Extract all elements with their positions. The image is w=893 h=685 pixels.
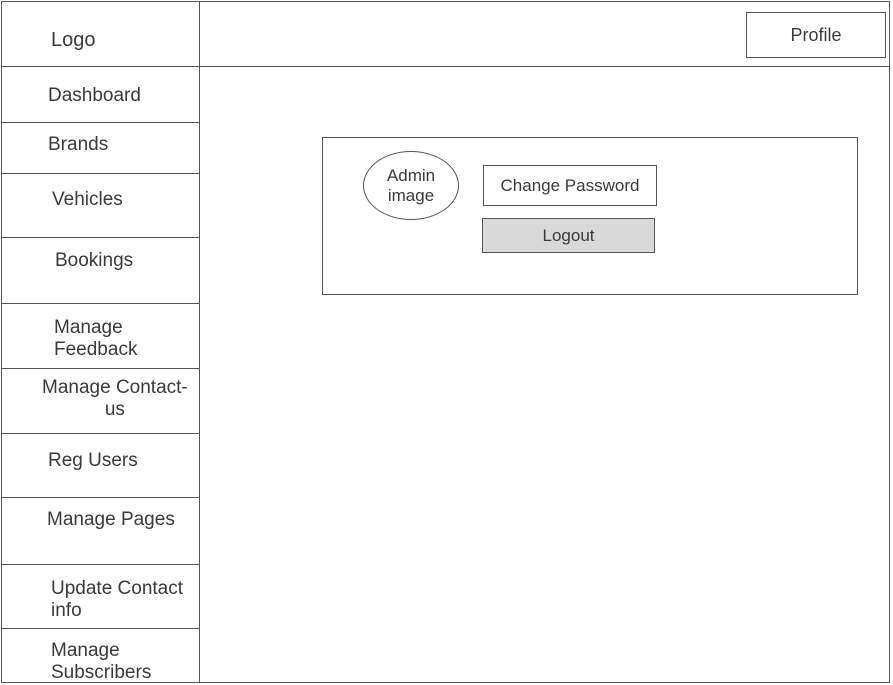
profile-card: Admin image Change Password Logout [322,137,858,295]
sidebar-item-label: Update Contact info [51,578,184,621]
sidebar-item-manage-feedback[interactable]: Manage Feedback [1,304,200,369]
sidebar-item-update-contact-info[interactable]: Update Contact info [1,565,200,629]
logout-button[interactable]: Logout [482,218,655,253]
sidebar-item-manage-pages[interactable]: Manage Pages [1,498,200,565]
sidebar-item-brands[interactable]: Brands [1,123,200,174]
sidebar-item-manage-subscribers[interactable]: Manage Subscribers [1,629,200,683]
sidebar-item-label: Dashboard [48,85,141,106]
sidebar-item-reg-users[interactable]: Reg Users [1,434,200,498]
sidebar-item-label: Reg Users [48,450,138,471]
logo: Logo [51,29,96,51]
change-password-button[interactable]: Change Password [483,165,657,206]
sidebar-item-label: Bookings [55,250,134,271]
avatar-label: Admin image [386,165,436,205]
sidebar-item-label: Brands [48,134,109,155]
sidebar-item-label: Manage Feedback [54,317,138,360]
header-divider [200,66,890,67]
sidebar-item-label: Manage Contact- us [42,377,188,420]
sidebar-item-manage-contact-us[interactable]: Manage Contact- us [1,369,200,434]
sidebar-item-label: Vehicles [52,189,123,210]
logo-area: Logo [1,1,200,67]
sidebar-item-dashboard[interactable]: Dashboard [1,67,200,123]
sidebar-item-label: Manage Subscribers [51,640,152,683]
sidebar-item-bookings[interactable]: Bookings [1,238,200,304]
sidebar-item-label: Manage Pages [47,509,175,530]
sidebar-item-vehicles[interactable]: Vehicles [1,174,200,238]
admin-avatar: Admin image [363,151,459,220]
profile-button[interactable]: Profile [746,12,886,58]
